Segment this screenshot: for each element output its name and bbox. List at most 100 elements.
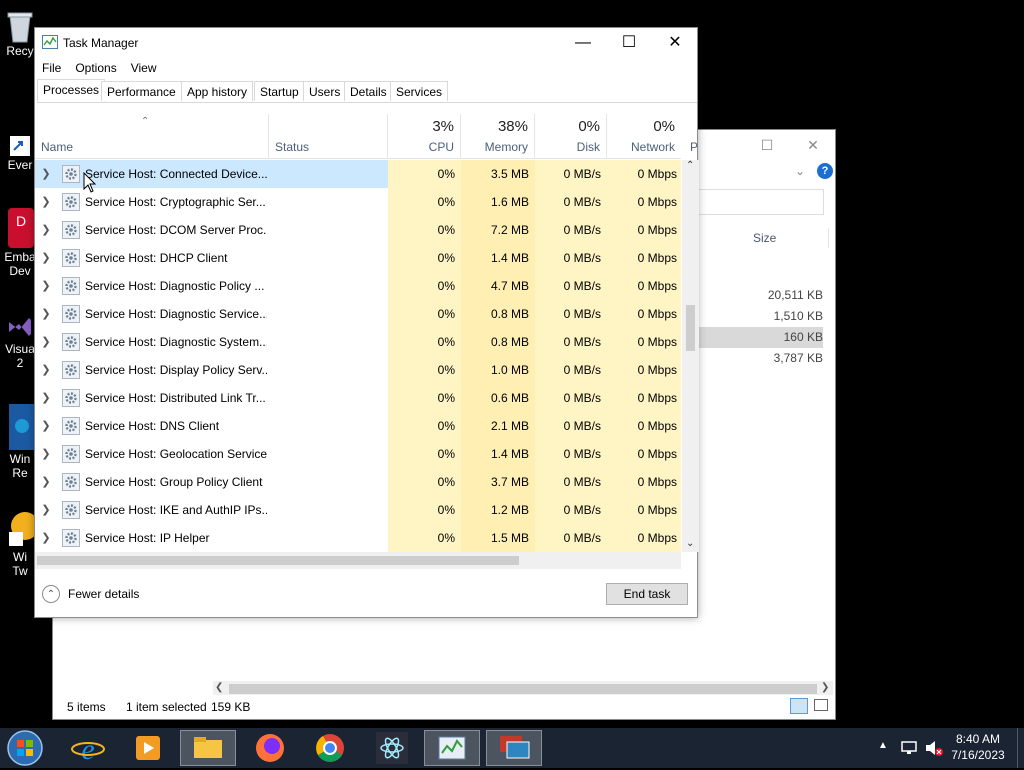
- scroll-thumb[interactable]: [686, 305, 695, 351]
- process-name: Service Host: Diagnostic Policy ...: [85, 279, 265, 293]
- status-selected: 1 item selected: [126, 700, 207, 714]
- column-header-size[interactable]: Size: [753, 226, 776, 250]
- taskbar-chrome[interactable]: [302, 730, 358, 766]
- process-cpu: 0%: [388, 328, 461, 356]
- scroll-right-icon[interactable]: ❯: [821, 682, 829, 693]
- close-button[interactable]: ✕: [652, 28, 698, 58]
- expand-chevron-icon[interactable]: ❯: [39, 244, 53, 272]
- taskbar-task-manager[interactable]: [424, 730, 480, 766]
- process-row[interactable]: ❯ Service Host: Connected Device... 0% 3.5 …: [35, 160, 681, 188]
- expand-chevron-icon[interactable]: ❯: [39, 188, 53, 216]
- column-header-power-partial[interactable]: P: [690, 140, 698, 154]
- explorer-close-button[interactable]: ✕: [791, 134, 835, 156]
- expand-chevron-icon[interactable]: ❯: [39, 412, 53, 440]
- process-row[interactable]: ❯ Service Host: Geolocation Service 0% 1.4 …: [35, 440, 681, 468]
- menu-options[interactable]: Options: [68, 58, 123, 78]
- process-row[interactable]: ❯ Service Host: Diagnostic Service... 0% 0.…: [35, 300, 681, 328]
- expand-chevron-icon[interactable]: ❯: [39, 328, 53, 356]
- column-header-cpu[interactable]: 3% CPU: [388, 114, 461, 158]
- taskbar-remote-desktop[interactable]: [486, 730, 542, 766]
- explorer-maximize-button[interactable]: ☐: [745, 134, 789, 156]
- column-header-status[interactable]: Status: [269, 114, 388, 158]
- process-row[interactable]: ❯ Service Host: Display Policy Serv... 0% 1…: [35, 356, 681, 384]
- tab-services[interactable]: Services: [390, 81, 449, 101]
- horizontal-scrollbar[interactable]: [35, 552, 681, 569]
- service-gear-icon: [62, 333, 80, 351]
- help-icon[interactable]: ?: [817, 163, 833, 179]
- taskbar-file-explorer[interactable]: [180, 730, 236, 766]
- process-row[interactable]: ❯ Service Host: IKE and AuthIP IPs... 0% 1.…: [35, 496, 681, 524]
- clock[interactable]: 8:40 AM 7/16/2023: [946, 731, 1010, 763]
- maximize-button[interactable]: ☐: [606, 28, 652, 58]
- end-task-button[interactable]: End task: [606, 583, 688, 605]
- title-bar[interactable]: Task Manager — ☐ ✕: [35, 28, 697, 58]
- taskbar-internet-explorer[interactable]: e: [60, 730, 116, 766]
- process-memory: 2.1 MB: [461, 412, 535, 440]
- process-row[interactable]: ❯ Service Host: Diagnostic Policy ... 0% 4.…: [35, 272, 681, 300]
- expand-chevron-icon[interactable]: ❯: [39, 216, 53, 244]
- chevron-down-icon[interactable]: ⌄: [795, 164, 805, 178]
- expand-chevron-icon[interactable]: ❯: [39, 384, 53, 412]
- tab-app-history[interactable]: App history: [181, 81, 254, 101]
- process-row[interactable]: ❯ Service Host: Diagnostic System... 0% 0.8…: [35, 328, 681, 356]
- expand-chevron-icon[interactable]: ❯: [39, 300, 53, 328]
- scroll-left-icon[interactable]: ❮: [215, 682, 223, 693]
- process-network: 0 Mbps: [607, 468, 681, 496]
- column-divider[interactable]: [828, 228, 829, 248]
- start-button[interactable]: [6, 729, 46, 767]
- tab-details[interactable]: Details: [344, 81, 393, 101]
- show-hidden-icons-button[interactable]: ▲: [878, 740, 888, 751]
- column-header-name[interactable]: Name: [35, 114, 269, 158]
- expand-chevron-icon[interactable]: ❯: [39, 524, 53, 552]
- scroll-down-icon[interactable]: ⌄: [686, 538, 694, 549]
- expand-chevron-icon[interactable]: ❯: [39, 468, 53, 496]
- process-row[interactable]: ❯ Service Host: IP Helper 0% 1.5 MB 0 MB/s 0 …: [35, 524, 681, 552]
- process-disk: 0 MB/s: [535, 300, 607, 328]
- show-desktop-button[interactable]: [1017, 728, 1024, 768]
- column-header-disk[interactable]: 0% Disk: [535, 114, 607, 158]
- menu-view[interactable]: View: [124, 58, 164, 78]
- process-list: ❯ Service Host: Connected Device... 0% 3.5 …: [35, 160, 681, 552]
- tab-performance[interactable]: Performance: [101, 81, 182, 101]
- expand-chevron-icon[interactable]: ❯: [39, 440, 53, 468]
- service-gear-icon: [62, 445, 80, 463]
- fewer-details-button[interactable]: ⌃ Fewer details: [42, 584, 162, 606]
- process-row[interactable]: ❯ Service Host: Distributed Link Tr... 0% 0…: [35, 384, 681, 412]
- column-header-memory[interactable]: 38% Memory: [461, 114, 535, 158]
- process-name: Service Host: Cryptographic Ser...: [85, 195, 266, 209]
- column-header-network[interactable]: 0% Network: [607, 114, 681, 158]
- process-name: Service Host: Display Policy Serv...: [85, 363, 267, 377]
- clock-date: 7/16/2023: [951, 748, 1005, 762]
- expand-chevron-icon[interactable]: ❯: [39, 160, 53, 188]
- tab-startup[interactable]: Startup: [254, 81, 305, 101]
- process-cpu: 0%: [388, 496, 461, 524]
- process-row[interactable]: ❯ Service Host: Cryptographic Ser... 0% 1.6…: [35, 188, 681, 216]
- menu-file[interactable]: File: [35, 58, 68, 78]
- tab-users[interactable]: Users: [303, 81, 347, 101]
- tab-processes[interactable]: Processes: [37, 79, 106, 102]
- expand-chevron-icon[interactable]: ❯: [39, 272, 53, 300]
- process-row[interactable]: ❯ Service Host: DNS Client 0% 2.1 MB 0 MB/s 0…: [35, 412, 681, 440]
- process-row[interactable]: ❯ Service Host: DCOM Server Proc... 0% 7.2 …: [35, 216, 681, 244]
- column-status-label: Status: [275, 140, 310, 154]
- scroll-up-icon[interactable]: ⌃: [686, 160, 694, 171]
- network-icon[interactable]: [900, 739, 918, 760]
- taskbar-media-player[interactable]: [120, 730, 176, 766]
- task-manager-icon: [438, 736, 466, 760]
- taskbar-electron[interactable]: [364, 730, 420, 766]
- expand-chevron-icon[interactable]: ❯: [39, 496, 53, 524]
- process-row[interactable]: ❯ Service Host: DHCP Client 0% 1.4 MB 0 MB/s…: [35, 244, 681, 272]
- taskbar-firefox[interactable]: [242, 730, 298, 766]
- expand-chevron-icon[interactable]: ❯: [39, 356, 53, 384]
- explorer-search-box[interactable]: [698, 189, 824, 215]
- scroll-thumb[interactable]: [37, 556, 519, 565]
- task-manager-window[interactable]: Task Manager — ☐ ✕ File Options View Proce…: [34, 27, 699, 618]
- large-icons-view-icon[interactable]: [814, 699, 828, 711]
- process-row[interactable]: ❯ Service Host: Group Policy Client 0% 3.7 …: [35, 468, 681, 496]
- minimize-button[interactable]: —: [560, 28, 606, 58]
- details-view-icon[interactable]: [790, 698, 808, 714]
- scroll-thumb[interactable]: [229, 684, 817, 694]
- volume-muted-icon[interactable]: [924, 739, 944, 760]
- vertical-scrollbar[interactable]: ⌃ ⌄: [682, 160, 699, 552]
- explorer-status-bar: 5 items 1 item selected 159 KB: [53, 695, 835, 719]
